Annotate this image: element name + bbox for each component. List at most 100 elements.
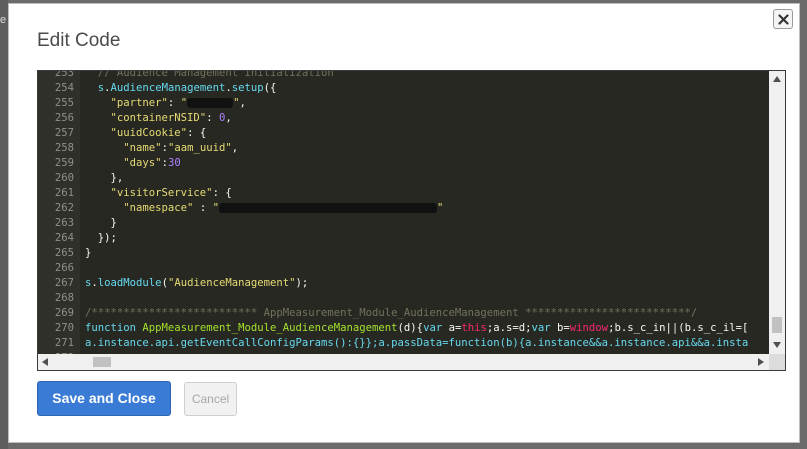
code-line[interactable]: 261 "visitorService": { <box>38 186 772 201</box>
code-token: : { <box>187 127 207 139</box>
code-line[interactable]: 263 } <box>38 216 772 231</box>
code-token: " <box>436 202 444 214</box>
code-line[interactable]: 264 }); <box>38 231 772 246</box>
code-line[interactable]: 265} <box>38 246 772 261</box>
line-number: 266 <box>54 262 74 274</box>
code-line[interactable]: 268 <box>38 291 772 306</box>
code-line[interactable]: 266 <box>38 261 772 276</box>
line-number: 258 <box>54 142 74 154</box>
line-text: "uuidCookie": { <box>85 126 207 141</box>
dialog-title: Edit Code <box>37 30 121 51</box>
code-token: AppMeasurement_Module_AudienceManagement <box>142 322 398 334</box>
code-line[interactable]: 254 s.AudienceManagement.setup({ <box>38 81 772 96</box>
code-token: a.instance.api.getEventCallConfigParams(… <box>85 337 749 349</box>
code-token: } <box>85 247 92 259</box>
line-number: 253 <box>54 70 74 79</box>
line-text: "visitorService": { <box>85 186 232 201</box>
code-line[interactable]: 270 function AppMeasurement_Module_Audien… <box>38 321 772 336</box>
line-number: 269 <box>54 307 74 319</box>
code-token: : <box>193 202 213 214</box>
line-text: /************************** AppMeasureme… <box>85 306 697 321</box>
code-token: , <box>239 97 246 109</box>
code-token: window <box>569 322 609 334</box>
code-token: "partner" <box>110 97 168 109</box>
scroll-left-arrow-icon[interactable] <box>42 358 48 366</box>
scroll-down-arrow-icon[interactable] <box>773 342 781 348</box>
line-number: 267 <box>54 277 74 289</box>
line-number: 263 <box>54 217 74 229</box>
line-number: 265 <box>54 247 74 259</box>
line-text: } <box>85 246 91 261</box>
code-token: "containerNSID" <box>110 112 207 124</box>
code-token: "name" <box>123 142 162 154</box>
line-text: "namespace" : " " <box>85 201 443 216</box>
code-line[interactable]: 255 "partner": " ", <box>38 96 772 111</box>
code-line[interactable]: 257 "uuidCookie": { <box>38 126 772 141</box>
code-token: /************************** AppMeasureme… <box>85 307 698 319</box>
code-line[interactable]: 260 }, <box>38 171 772 186</box>
code-line[interactable]: 271 a.instance.api.getEventCallConfigPara… <box>38 336 772 351</box>
save-and-close-button[interactable]: Save and Close <box>37 381 171 416</box>
code-line[interactable]: 259 "days":30 <box>38 156 772 171</box>
vertical-scrollbar[interactable] <box>769 71 785 356</box>
code-line[interactable]: 253 // Audience Management Initializatio… <box>38 70 772 81</box>
code-token: ;a.s=d; <box>486 322 532 334</box>
vertical-scroll-thumb[interactable] <box>772 317 782 333</box>
scrollbar-corner <box>769 354 785 370</box>
code-line[interactable]: 258 "name":"aam_uuid", <box>38 141 772 156</box>
line-text: a.instance.api.getEventCallConfigParams(… <box>85 336 748 351</box>
line-text: } <box>85 216 117 231</box>
line-number: 254 <box>54 82 74 94</box>
line-number: 268 <box>54 292 74 304</box>
code-token: ); <box>295 277 309 289</box>
code-token: "AudienceManagement" <box>167 277 296 289</box>
line-number: 261 <box>54 187 74 199</box>
code-line[interactable]: 269 /************************** AppMeasur… <box>38 306 772 321</box>
code-token: 30 <box>167 157 181 169</box>
code-token: : <box>206 112 219 124</box>
code-token: loadModule <box>97 277 162 289</box>
code-token: : <box>167 97 181 109</box>
line-text: s.AudienceManagement.setup({ <box>85 81 277 96</box>
line-text: s.loadModule("AudienceManagement"); <box>85 276 308 291</box>
line-text: "days":30 <box>85 156 181 171</box>
line-number: 271 <box>54 337 74 349</box>
code-token: "namespace" <box>123 202 194 214</box>
close-button[interactable] <box>773 9 793 29</box>
line-number: 262 <box>54 202 74 214</box>
code-token: setup <box>231 82 264 94</box>
code-token: }); <box>85 232 117 244</box>
horizontal-scrollbar[interactable] <box>38 354 771 370</box>
scroll-right-arrow-icon[interactable] <box>758 358 764 366</box>
code-token: var <box>423 322 443 334</box>
cancel-button[interactable]: Cancel <box>184 382 237 416</box>
code-token: "visitorService" <box>110 187 213 199</box>
line-number: 257 <box>54 127 74 139</box>
scroll-up-arrow-icon[interactable] <box>773 76 781 82</box>
code-line[interactable]: 267 s.loadModule("AudienceManagement"); <box>38 276 772 291</box>
line-text: "containerNSID": 0, <box>85 111 232 126</box>
line-text: "partner": " ", <box>85 96 246 111</box>
code-editor[interactable]: 253 // Audience Management Initializatio… <box>37 70 786 371</box>
code-lines[interactable]: 253 // Audience Management Initializatio… <box>38 70 772 366</box>
code-token: }, <box>85 172 124 184</box>
horizontal-scroll-thumb[interactable] <box>93 357 111 367</box>
code-token: : { <box>212 187 232 199</box>
line-number: 259 <box>54 157 74 169</box>
redacted-value-mark <box>218 203 437 213</box>
code-line[interactable]: 262 "namespace" : " " <box>38 201 772 216</box>
line-text: // Audience Management Initialization <box>85 71 334 81</box>
close-x-icon <box>778 14 789 25</box>
redacted-value-mark <box>187 98 234 108</box>
code-token: a= <box>442 322 462 334</box>
line-text: function AppMeasurement_Module_AudienceM… <box>85 321 748 336</box>
line-text: "name":"aam_uuid", <box>85 141 238 156</box>
code-line[interactable]: 256 "containerNSID": 0, <box>38 111 772 126</box>
line-number: 270 <box>54 322 74 334</box>
